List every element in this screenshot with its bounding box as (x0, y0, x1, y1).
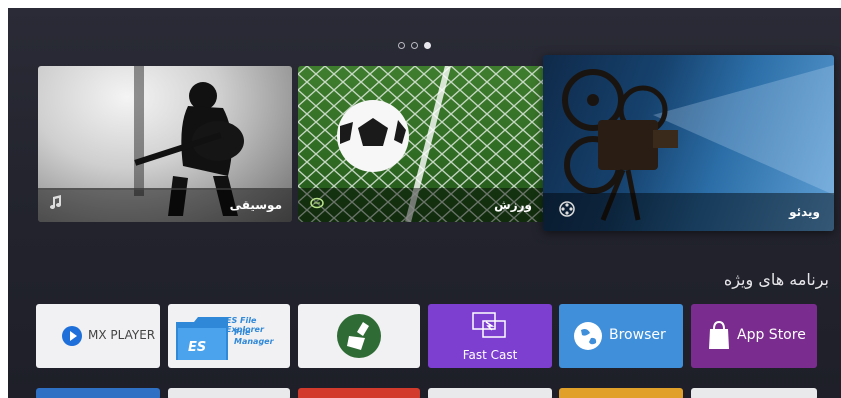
app-sublabel: File Manager (234, 328, 274, 346)
shopping-bag-icon (709, 320, 729, 349)
screen-cast-icon (472, 312, 506, 338)
app-tile-partial-4[interactable] (428, 388, 552, 398)
app-tile-cleaner[interactable] (298, 304, 420, 368)
banner-video-label: ویدئو (789, 205, 820, 219)
es-mark: ES (188, 340, 207, 355)
tv-home-screen: موسیقی ورزش ویدئو برنامه های ویژه MX PLA… (8, 8, 841, 398)
app-tile-app-store[interactable]: App Store (691, 304, 817, 368)
film-reel-icon (559, 201, 575, 221)
banner-caption: ورزش (298, 188, 544, 222)
carousel-pager (398, 42, 431, 49)
play-icon (62, 326, 82, 346)
app-label: MX PLAYER (88, 328, 156, 342)
app-label: App Store (737, 327, 806, 343)
app-label: Browser (609, 327, 666, 343)
section-title: برنامه های ویژه (723, 270, 829, 289)
app-label: Fast Cast (462, 348, 518, 362)
app-tile-es-file-explorer[interactable]: ES ES File Explorer File Manager (168, 304, 290, 368)
broom-icon (337, 314, 381, 358)
sport-ball-icon (310, 194, 324, 213)
app-tile-fast-cast[interactable]: Fast Cast (428, 304, 552, 368)
music-note-icon (50, 194, 62, 213)
pager-dot-3-active[interactable] (424, 42, 431, 49)
app-tile-browser[interactable]: Browser (559, 304, 683, 368)
app-tile-partial-1[interactable] (36, 388, 160, 398)
banner-caption: موسیقی (38, 188, 292, 222)
app-tile-mx-player[interactable]: MX PLAYER (36, 304, 160, 368)
globe-icon (574, 322, 602, 350)
banner-music-label: موسیقی (229, 198, 282, 212)
pager-dot-2[interactable] (411, 42, 418, 49)
banner-music[interactable]: موسیقی (38, 66, 292, 222)
banner-sport[interactable]: ورزش (298, 66, 544, 222)
app-tile-partial-5[interactable] (559, 388, 683, 398)
pager-dot-1[interactable] (398, 42, 405, 49)
banner-sport-label: ورزش (494, 198, 532, 212)
app-tile-partial-6[interactable] (691, 388, 817, 398)
app-tile-partial-3[interactable] (298, 388, 420, 398)
banner-video[interactable]: ویدئو (543, 55, 834, 231)
banner-caption: ویدئو (543, 193, 834, 231)
app-tile-partial-2[interactable] (168, 388, 290, 398)
